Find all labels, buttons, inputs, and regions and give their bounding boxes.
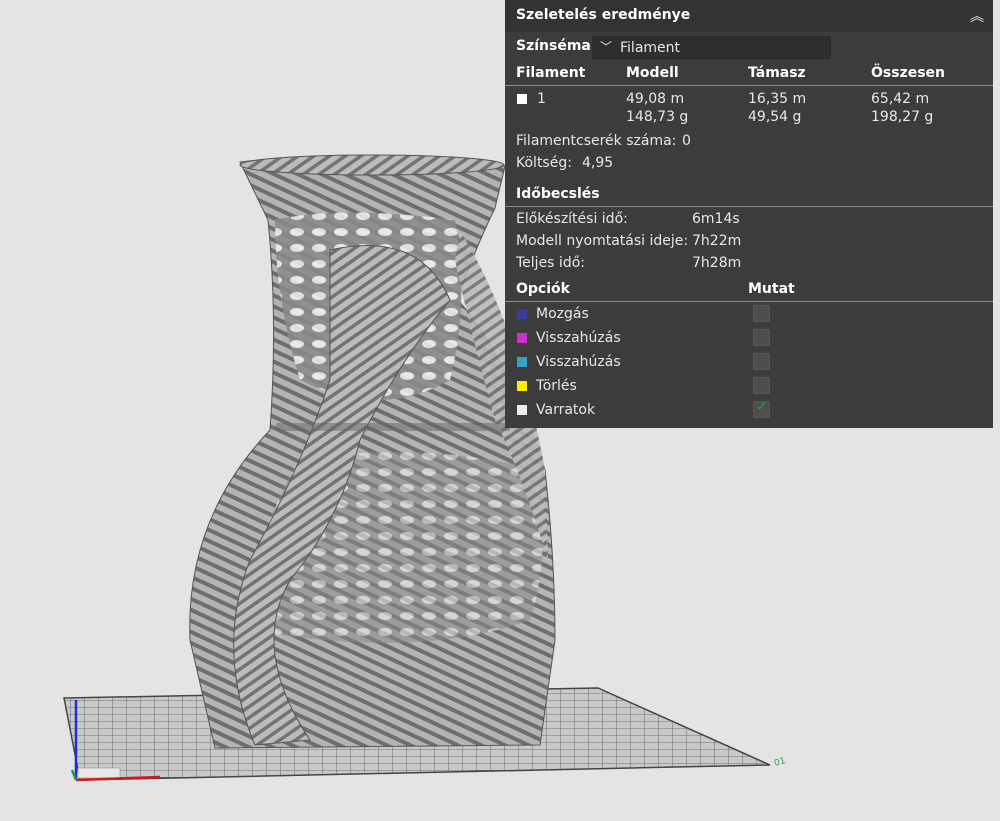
vase-model[interactable] bbox=[189, 154, 556, 749]
divider bbox=[505, 206, 993, 207]
total-time-label: Teljes idő: bbox=[516, 255, 585, 271]
collapse-icon[interactable]: ︽ bbox=[970, 6, 984, 26]
travel-color-swatch bbox=[517, 309, 527, 319]
total-length: 65,42 m bbox=[871, 91, 930, 107]
divider bbox=[505, 301, 993, 302]
color-scheme-dropdown[interactable]: ﹀ Filament bbox=[592, 36, 831, 59]
filament-changes-value: 0 bbox=[682, 133, 691, 149]
divider bbox=[505, 85, 993, 86]
show-retraction-checkbox[interactable] bbox=[753, 329, 770, 346]
slicing-result-panel: Szeletelés eredménye ︽ Színséma ﹀ Filame… bbox=[505, 0, 993, 428]
support-length: 16,35 m bbox=[748, 91, 807, 107]
option-label-travel: Mozgás bbox=[536, 306, 589, 322]
support-weight: 49,54 g bbox=[748, 109, 802, 125]
filament-id: 1 bbox=[537, 91, 546, 107]
model-length: 49,08 m bbox=[626, 91, 685, 107]
show-header: Mutat bbox=[748, 281, 795, 297]
bed-label-plate bbox=[77, 767, 121, 779]
prep-time-value: 6m14s bbox=[692, 211, 740, 227]
show-deretraction-checkbox[interactable] bbox=[753, 353, 770, 370]
filament-color-swatch bbox=[517, 94, 527, 104]
time-estimate-header: Időbecslés bbox=[516, 186, 600, 202]
retraction-color-swatch bbox=[517, 333, 527, 343]
model-weight: 148,73 g bbox=[626, 109, 689, 125]
total-time-value: 7h28m bbox=[692, 255, 742, 271]
checkmark-icon: ✓ bbox=[756, 399, 768, 415]
cost-label: Költség: bbox=[516, 155, 572, 171]
chevron-down-icon: ﹀ bbox=[600, 40, 613, 54]
header-filament: Filament bbox=[516, 65, 586, 81]
deretraction-color-swatch bbox=[517, 357, 527, 367]
wipe-color-swatch bbox=[517, 381, 527, 391]
option-label-wipe: Törlés bbox=[536, 378, 577, 394]
header-model: Modell bbox=[626, 65, 679, 81]
bed-label: 01 bbox=[773, 756, 787, 769]
color-scheme-label: Színséma bbox=[516, 38, 591, 54]
prep-time-label: Előkészítési idő: bbox=[516, 211, 628, 227]
option-label-retraction: Visszahúzás bbox=[536, 330, 621, 346]
filament-changes-label: Filamentcserék száma: bbox=[516, 133, 677, 149]
model-print-time-label: Modell nyomtatási ideje: bbox=[516, 233, 689, 249]
model-print-time-value: 7h22m bbox=[692, 233, 742, 249]
show-seams-checkbox[interactable]: ✓ bbox=[753, 399, 770, 418]
show-travel-checkbox[interactable] bbox=[753, 305, 770, 322]
header-total: Összesen bbox=[871, 65, 946, 81]
header-support: Támasz bbox=[748, 65, 806, 81]
seams-color-swatch bbox=[517, 405, 527, 415]
options-header: Opciók bbox=[516, 281, 570, 297]
option-label-deretraction: Visszahúzás bbox=[536, 354, 621, 370]
color-scheme-value: Filament bbox=[620, 40, 681, 56]
total-weight: 198,27 g bbox=[871, 109, 934, 125]
show-wipe-checkbox[interactable] bbox=[753, 377, 770, 394]
option-label-seams: Varratok bbox=[536, 402, 596, 418]
cost-value: 4,95 bbox=[582, 155, 614, 171]
panel-title: Szeletelés eredménye bbox=[516, 7, 691, 23]
